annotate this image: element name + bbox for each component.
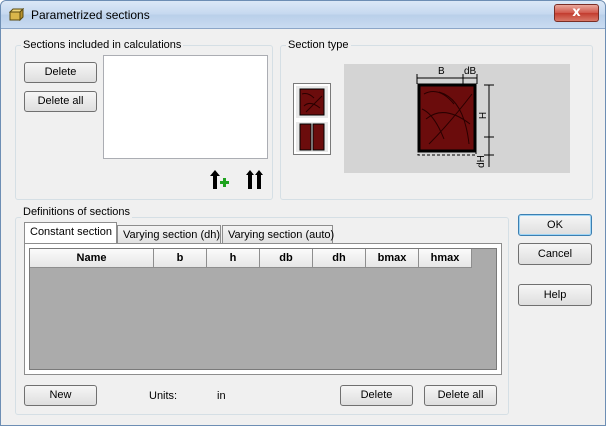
sections-included-list[interactable] (103, 55, 268, 159)
cancel-label: Cancel (537, 248, 573, 260)
delete-definition-button[interactable]: Delete (340, 385, 413, 406)
move-up-add-icon (210, 170, 229, 189)
tab-varying-section-auto[interactable]: Varying section (auto) (222, 225, 335, 244)
close-button[interactable]: x (554, 4, 599, 22)
dimension-b-label: B (438, 66, 445, 77)
dimension-h-label: H (476, 111, 488, 120)
parametrized-sections-dialog: Parametrized sections x Sections include… (0, 0, 606, 426)
units-label: Units: (149, 390, 178, 402)
close-icon: x (572, 5, 581, 20)
new-section-label: New (49, 389, 72, 401)
move-all-up-icon (246, 170, 263, 189)
ok-label: OK (547, 219, 563, 231)
rectangular-section-drawing (416, 74, 494, 167)
column-header-name[interactable]: Name (30, 249, 154, 268)
sections-table[interactable]: Name b h db dh bmax hmax (29, 248, 497, 370)
section-type-selector[interactable] (293, 83, 331, 155)
tab-varying-section-auto-label: Varying section (auto) (228, 229, 335, 241)
delete-section-label: Delete (44, 66, 77, 78)
tab-varying-section-dh-label: Varying section (dh) (123, 229, 221, 241)
dimension-db-label: dB (464, 66, 477, 77)
section-type-thumbnails-icon (296, 86, 328, 152)
delete-definition-label: Delete (360, 389, 393, 401)
ok-button[interactable]: OK (518, 214, 592, 236)
tab-constant-section[interactable]: Constant section (24, 222, 117, 243)
new-section-button[interactable]: New (24, 385, 97, 406)
units-value: in (217, 390, 226, 402)
sections-included-label: Sections included in calculations (21, 39, 184, 51)
delete-all-sections-label: Delete all (37, 95, 84, 107)
help-label: Help (543, 289, 567, 301)
tab-varying-section-dh[interactable]: Varying section (dh) (117, 225, 221, 244)
column-header-b[interactable]: b (154, 249, 207, 268)
help-button[interactable]: Help (518, 284, 592, 306)
delete-section-button[interactable]: Delete (24, 62, 97, 83)
cancel-button[interactable]: Cancel (518, 243, 592, 265)
dimension-dh-label: dH (475, 155, 487, 168)
app-icon (9, 8, 24, 21)
column-header-dh[interactable]: dh (313, 249, 366, 268)
tab-constant-section-label: Constant section (30, 226, 112, 238)
move-all-up-button[interactable] (244, 168, 266, 192)
delete-all-definitions-button[interactable]: Delete all (424, 385, 497, 406)
delete-all-sections-button[interactable]: Delete all (24, 91, 97, 112)
move-up-add-button[interactable] (209, 168, 231, 192)
column-header-hmax[interactable]: hmax (419, 249, 472, 268)
section-preview: B dB H dH (344, 64, 570, 173)
definitions-label: Definitions of sections (21, 206, 132, 218)
window-title: Parametrized sections (31, 8, 150, 22)
column-header-db[interactable]: db (260, 249, 313, 268)
delete-all-definitions-label: Delete all (437, 389, 484, 401)
title-bar[interactable]: Parametrized sections x (1, 1, 605, 29)
column-header-bmax[interactable]: bmax (366, 249, 419, 268)
section-type-label: Section type (286, 39, 351, 51)
column-header-h[interactable]: h (207, 249, 260, 268)
